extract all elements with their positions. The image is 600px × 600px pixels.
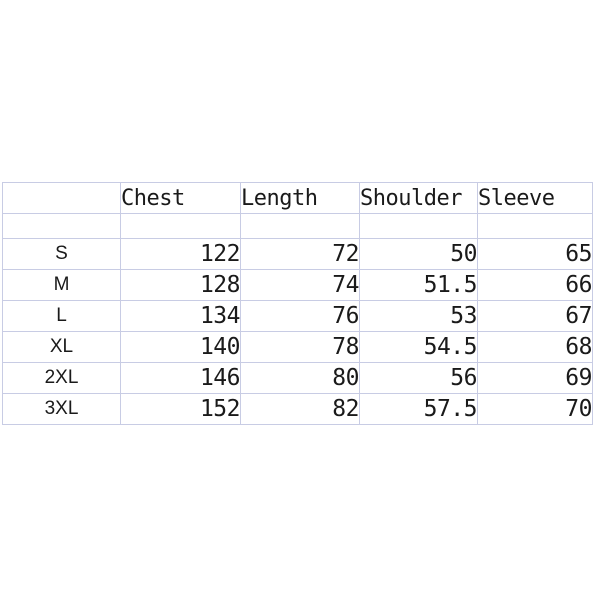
spacer-cell-chest [120,213,241,239]
spacer-cell-size [2,213,121,239]
cell-size: S [2,238,121,270]
cell-sleeve: 65 [477,238,593,270]
cell-chest: 134 [120,300,241,332]
size-chart-table: Chest Length Shoulder Sleeve S 122 72 50… [2,182,593,425]
cell-chest: 140 [120,331,241,363]
cell-sleeve: 67 [477,300,593,332]
cell-sleeve: 69 [477,362,593,394]
cell-length: 76 [240,300,360,332]
column-header-length: Length [240,182,360,214]
cell-size: 2XL [2,362,121,394]
table-row: 2XL 146 80 56 69 [2,362,593,394]
cell-shoulder: 54.5 [359,331,478,363]
cell-sleeve: 66 [477,269,593,301]
spacer-cell-sleeve [477,213,593,239]
table-row: L 134 76 53 67 [2,300,593,332]
cell-shoulder: 53 [359,300,478,332]
column-header-chest: Chest [120,182,241,214]
cell-chest: 152 [120,393,241,425]
spacer-cell-length [240,213,360,239]
cell-length: 72 [240,238,360,270]
cell-shoulder: 57.5 [359,393,478,425]
cell-length: 80 [240,362,360,394]
table-row: XL 140 78 54.5 68 [2,331,593,363]
cell-shoulder: 50 [359,238,478,270]
cell-length: 82 [240,393,360,425]
cell-size: M [2,269,121,301]
table-spacer-row [2,213,593,239]
table-header-row: Chest Length Shoulder Sleeve [2,182,593,214]
cell-chest: 128 [120,269,241,301]
column-header-sleeve: Sleeve [477,182,593,214]
column-header-shoulder: Shoulder [359,182,478,214]
cell-shoulder: 51.5 [359,269,478,301]
spacer-cell-shoulder [359,213,478,239]
table-row: M 128 74 51.5 66 [2,269,593,301]
cell-length: 74 [240,269,360,301]
table-row: S 122 72 50 65 [2,238,593,270]
cell-size: L [2,300,121,332]
size-chart-container: Chest Length Shoulder Sleeve S 122 72 50… [2,182,593,425]
table-row: 3XL 152 82 57.5 70 [2,393,593,425]
cell-sleeve: 68 [477,331,593,363]
cell-size: 3XL [2,393,121,425]
header-corner-cell [2,182,121,214]
cell-sleeve: 70 [477,393,593,425]
cell-chest: 146 [120,362,241,394]
cell-size: XL [2,331,121,363]
cell-shoulder: 56 [359,362,478,394]
cell-length: 78 [240,331,360,363]
cell-chest: 122 [120,238,241,270]
